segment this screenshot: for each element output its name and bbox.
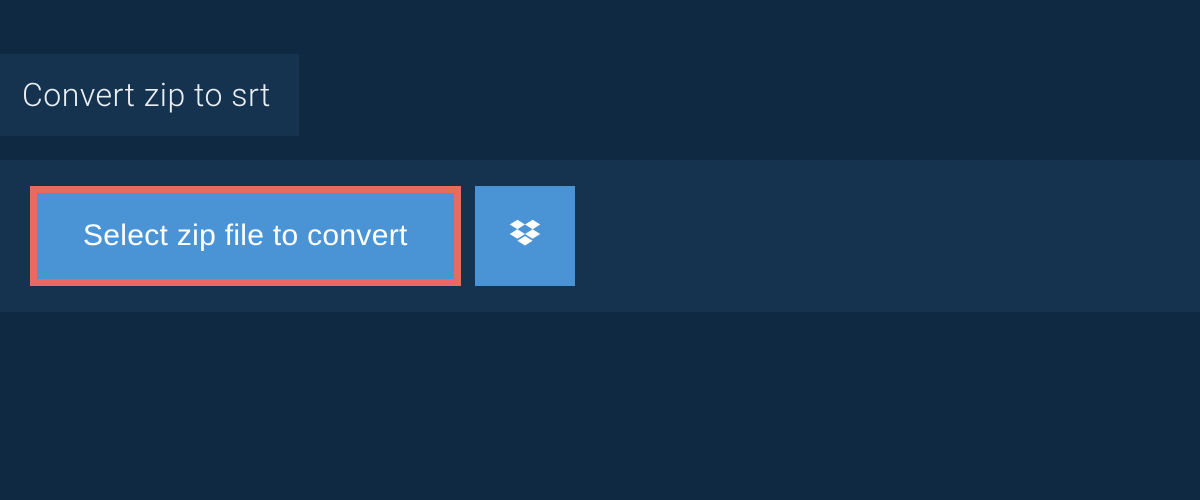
select-file-button[interactable]: Select zip file to convert [30, 186, 461, 286]
button-row: Select zip file to convert [30, 186, 1170, 286]
dropbox-icon [506, 216, 544, 257]
page-title: Convert zip to srt [0, 54, 299, 136]
page-title-text: Convert zip to srt [22, 76, 271, 114]
dropbox-button[interactable] [475, 186, 575, 286]
select-file-label: Select zip file to convert [83, 219, 408, 253]
upload-panel: Select zip file to convert [0, 160, 1200, 312]
